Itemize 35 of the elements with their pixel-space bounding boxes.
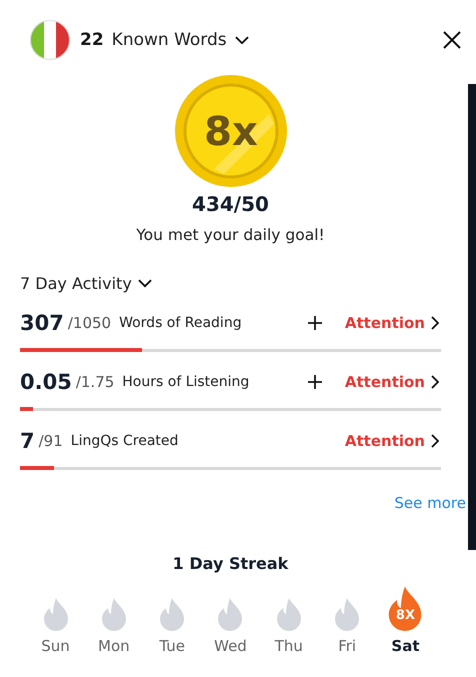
day-label: Tue — [159, 637, 185, 655]
close-icon[interactable] — [442, 30, 462, 50]
streak-multiplier: 8X — [394, 608, 416, 623]
flag-icon — [30, 20, 70, 60]
activity-label: LingQs Created — [70, 434, 178, 448]
day-label: Mon — [98, 637, 130, 655]
activity-dropdown[interactable]: 7 Day Activity — [20, 274, 152, 293]
activity-target: /91 — [38, 432, 63, 450]
coin-drawing: 8x — [174, 74, 288, 188]
attention-link[interactable]: Attention — [344, 314, 439, 332]
known-word-count: 22 — [80, 30, 104, 50]
chevron-down-icon — [234, 36, 249, 44]
activity-value: 307 — [20, 311, 64, 335]
goal-message: You met your daily goal! — [136, 226, 325, 244]
attention-link[interactable]: Attention — [344, 432, 439, 450]
day-label: Sat — [391, 637, 420, 655]
activity-label: Words of Reading — [119, 316, 242, 330]
see-more-link[interactable]: See more — [394, 494, 466, 512]
attention-link[interactable]: Attention — [344, 373, 439, 391]
streak-title: 1 Day Streak — [172, 554, 288, 573]
chevron-right-icon — [431, 375, 439, 389]
activity-target: /1.75 — [76, 373, 114, 391]
day-label: Thu — [274, 637, 303, 655]
activity-label: Hours of Listening — [122, 374, 250, 390]
day-label: Wed — [214, 637, 247, 655]
chevron-down-icon — [138, 279, 152, 288]
day-label: Fri — [338, 637, 356, 655]
goal-score: 434/50 — [192, 192, 269, 216]
activity-target: /1050 — [68, 314, 112, 332]
activity-value: 7 — [20, 429, 35, 453]
chevron-right-icon — [431, 434, 439, 448]
chevron-right-icon — [431, 316, 439, 330]
day-label: Sun — [41, 637, 70, 655]
activity-value: 0.05 — [20, 370, 72, 394]
known-words-dropdown[interactable]: Known Words — [112, 30, 249, 50]
